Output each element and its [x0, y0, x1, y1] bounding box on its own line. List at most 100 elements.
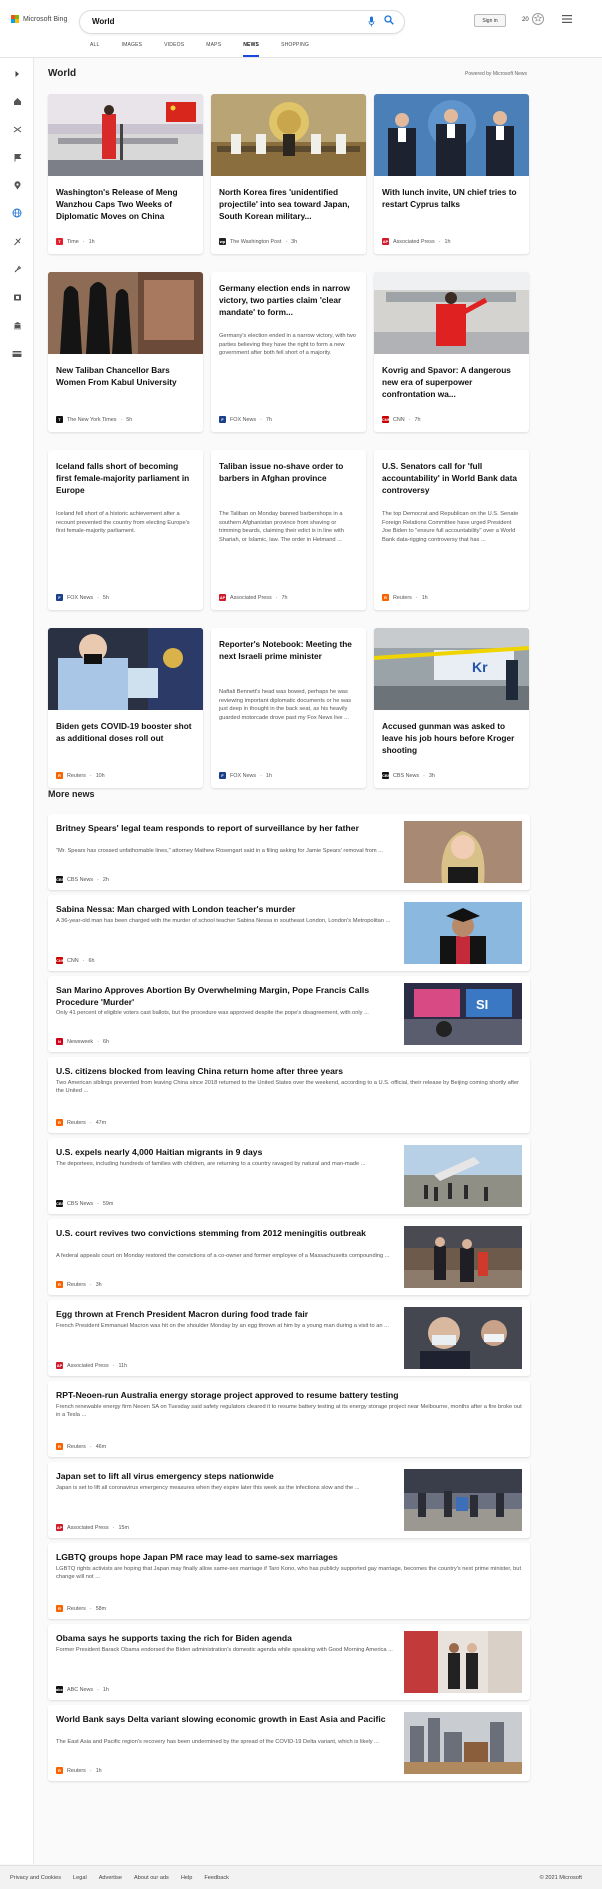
news-card-title[interactable]: With lunch invite, UN chief tries to res… — [382, 186, 522, 210]
sign-in-button[interactable]: Sign in — [474, 14, 506, 27]
news-list-title[interactable]: Britney Spears' legal team responds to r… — [56, 822, 394, 834]
home-icon[interactable] — [10, 96, 24, 110]
tab-maps[interactable]: MAPS — [206, 42, 221, 57]
news-list-thumbnail[interactable]: SI — [404, 983, 522, 1045]
news-list-item[interactable]: Egg thrown at French President Macron du… — [48, 1300, 530, 1376]
briefcase-icon[interactable] — [10, 236, 24, 250]
news-list-item[interactable]: Sabina Nessa: Man charged with London te… — [48, 895, 530, 971]
news-list-title[interactable]: LGBTQ groups hope Japan PM race may lead… — [56, 1551, 522, 1563]
news-card-title[interactable]: Taliban issue no-shave order to barbers … — [219, 460, 359, 484]
footer-link[interactable]: Feedback — [204, 1875, 229, 1881]
news-card-source[interactable]: CBS CBS News · 3h — [382, 772, 435, 779]
news-list-item[interactable]: San Marino Approves Abortion By Overwhel… — [48, 976, 530, 1052]
news-list-thumbnail[interactable] — [404, 1712, 522, 1774]
news-list-title[interactable]: U.S. citizens blocked from leaving China… — [56, 1065, 522, 1077]
news-card-title[interactable]: Germany election ends in narrow victory,… — [219, 282, 359, 318]
news-card[interactable]: New Taliban Chancellor Bars Women From K… — [48, 272, 203, 432]
news-card[interactable]: Kovrig and Spavor: A dangerous new era o… — [374, 272, 529, 432]
news-list-item[interactable]: Japan set to lift all virus emergency st… — [48, 1462, 530, 1538]
flag-icon[interactable] — [10, 152, 24, 166]
footer-link[interactable]: Privacy and Cookies — [10, 1875, 61, 1881]
news-list-source[interactable]: R Reuters · 1h — [56, 1767, 102, 1774]
news-list-source[interactable]: CNN CNN · 6h — [56, 957, 94, 964]
news-list-item[interactable]: RPT-Neoen-run Australia energy storage p… — [48, 1381, 530, 1457]
news-card-image[interactable]: Kr — [374, 628, 529, 710]
news-list-thumbnail[interactable] — [404, 902, 522, 964]
news-list-thumbnail[interactable] — [404, 1469, 522, 1531]
search-box[interactable]: World — [80, 11, 404, 33]
news-card-title[interactable]: New Taliban Chancellor Bars Women From K… — [56, 364, 196, 388]
rewards-icon[interactable] — [532, 13, 544, 25]
news-card[interactable]: Biden gets COVID-19 booster shot as addi… — [48, 628, 203, 788]
news-card-image[interactable] — [211, 94, 366, 176]
footer-link[interactable]: Advertise — [99, 1875, 122, 1881]
microphone-icon[interactable] — [368, 16, 376, 28]
news-list-item[interactable]: World Bank says Delta variant slowing ec… — [48, 1705, 530, 1781]
news-list-source[interactable]: AP Associated Press · 15m — [56, 1524, 129, 1531]
news-card[interactable]: Taliban issue no-shave order to barbers … — [211, 450, 366, 610]
news-list-source[interactable]: R Reuters · 3h — [56, 1281, 102, 1288]
news-list-thumbnail[interactable] — [404, 821, 522, 883]
news-list-source[interactable]: AP Associated Press · 11h — [56, 1362, 127, 1369]
news-card-source[interactable]: F FOX News · 7h — [219, 416, 272, 423]
news-card-source[interactable]: R Reuters · 10h — [56, 772, 105, 779]
news-list-thumbnail[interactable] — [404, 1631, 522, 1693]
news-card-source[interactable]: R Reuters · 1h — [382, 594, 428, 601]
news-list-title[interactable]: Obama says he supports taxing the rich f… — [56, 1632, 394, 1644]
news-card[interactable]: U.S. Senators call for 'full accountabil… — [374, 450, 529, 610]
rocket-icon[interactable] — [10, 264, 24, 278]
news-card-source[interactable]: F FOX News · 1h — [219, 772, 272, 779]
tab-all[interactable]: ALL — [90, 42, 100, 57]
powered-by-label[interactable]: Powered by Microsoft News — [465, 71, 527, 77]
news-card-source[interactable]: AP Associated Press · 1h — [382, 238, 450, 245]
search-input[interactable]: World — [92, 17, 115, 26]
news-card[interactable]: With lunch invite, UN chief tries to res… — [374, 94, 529, 254]
news-card-title[interactable]: Washington's Release of Meng Wanzhou Cap… — [56, 186, 196, 222]
news-list-item[interactable]: U.S. citizens blocked from leaving China… — [48, 1057, 530, 1133]
news-list-item[interactable]: U.S. court revives two convictions stemm… — [48, 1219, 530, 1295]
news-list-item[interactable]: Obama says he supports taxing the rich f… — [48, 1624, 530, 1700]
news-card-title[interactable]: Iceland falls short of becoming first fe… — [56, 460, 196, 496]
news-list-source[interactable]: R Reuters · 47m — [56, 1119, 106, 1126]
news-list-source[interactable]: R Reuters · 58m — [56, 1605, 106, 1612]
tab-shopping[interactable]: SHOPPING — [281, 42, 309, 57]
news-list-source[interactable]: CBS CBS News · 59m — [56, 1200, 113, 1207]
shuffle-icon[interactable] — [10, 124, 24, 138]
news-list-source[interactable]: N Newsweek · 6h — [56, 1038, 109, 1045]
news-list-source[interactable]: abc ABC News · 1h — [56, 1686, 109, 1693]
news-list-title[interactable]: World Bank says Delta variant slowing ec… — [56, 1713, 394, 1725]
rewards-count[interactable]: 20 — [522, 17, 529, 23]
tab-images[interactable]: IMAGES — [122, 42, 143, 57]
news-list-title[interactable]: U.S. expels nearly 4,000 Haitian migrant… — [56, 1146, 394, 1158]
news-card-source[interactable]: CNN CNN · 7h — [382, 416, 420, 423]
card-icon[interactable] — [10, 348, 24, 362]
news-list-title[interactable]: RPT-Neoen-run Australia energy storage p… — [56, 1389, 522, 1401]
news-list-title[interactable]: Sabina Nessa: Man charged with London te… — [56, 903, 394, 915]
news-card-image[interactable] — [374, 94, 529, 176]
news-card-source[interactable]: wp The Washington Post · 3h — [219, 238, 297, 245]
news-card-title[interactable]: Reporter's Notebook: Meeting the next Is… — [219, 638, 359, 662]
news-list-item[interactable]: Britney Spears' legal team responds to r… — [48, 814, 530, 890]
news-card-image[interactable] — [48, 272, 203, 354]
news-card-source[interactable]: F FOX News · 5h — [56, 594, 109, 601]
bing-logo[interactable]: Microsoft Bing — [11, 15, 67, 23]
chevron-right-icon[interactable] — [10, 68, 24, 82]
news-card-image[interactable] — [48, 628, 203, 710]
news-card-title[interactable]: Kovrig and Spavor: A dangerous new era o… — [382, 364, 522, 400]
news-card[interactable]: Germany election ends in narrow victory,… — [211, 272, 366, 432]
news-card[interactable]: Kr Accused gunman was asked to leave his … — [374, 628, 529, 788]
tab-news[interactable]: NEWS — [243, 42, 260, 57]
news-list-thumbnail[interactable] — [404, 1226, 522, 1288]
film-icon[interactable] — [10, 292, 24, 306]
location-pin-icon[interactable] — [10, 180, 24, 194]
news-card-title[interactable]: North Korea fires 'unidentified projecti… — [219, 186, 359, 222]
news-card[interactable]: Washington's Release of Meng Wanzhou Cap… — [48, 94, 203, 254]
footer-link[interactable]: Help — [181, 1875, 193, 1881]
news-card-image[interactable] — [374, 272, 529, 354]
tab-videos[interactable]: VIDEOS — [164, 42, 184, 57]
news-card-source[interactable]: T Time · 1h — [56, 238, 95, 245]
news-card-title[interactable]: U.S. Senators call for 'full accountabil… — [382, 460, 522, 496]
news-card-image[interactable] — [48, 94, 203, 176]
news-list-thumbnail[interactable] — [404, 1307, 522, 1369]
news-list-source[interactable]: R Reuters · 46m — [56, 1443, 106, 1450]
